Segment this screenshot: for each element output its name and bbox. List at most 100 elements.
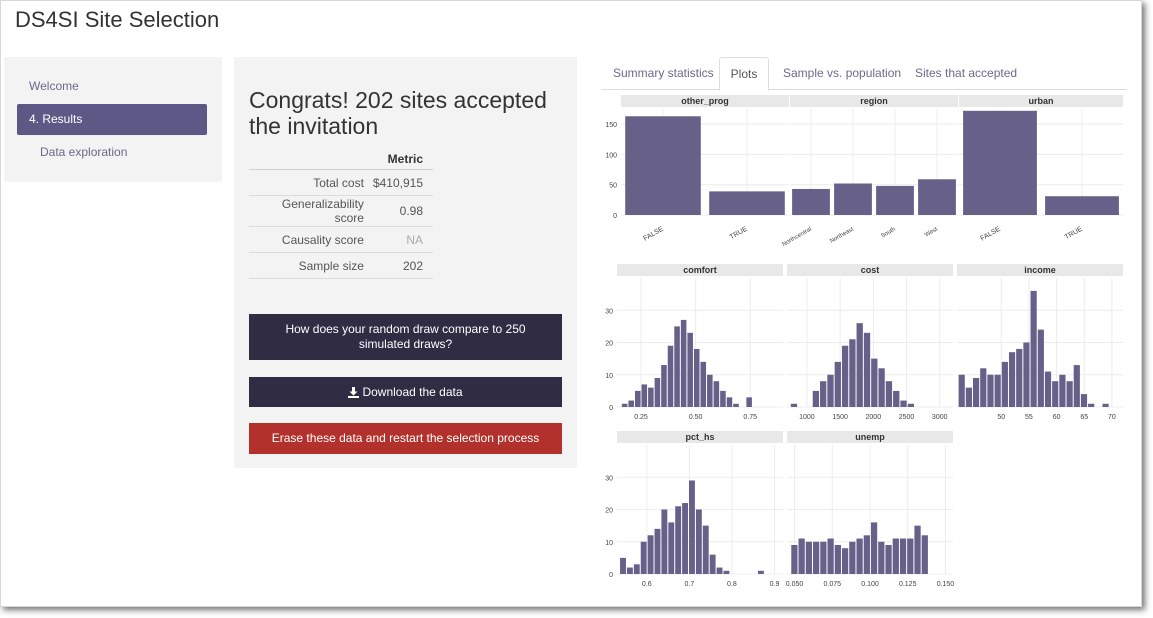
compare-draws-button[interactable]: How does your random draw compare to 250… xyxy=(249,314,562,360)
facet-title: other_prog xyxy=(681,96,729,106)
metric-label: Generalizability score xyxy=(249,195,372,227)
histogram-bar xyxy=(827,538,834,574)
x-tick-label: 0.8 xyxy=(727,581,737,588)
x-tick-label: 2500 xyxy=(899,414,915,421)
histogram-bar xyxy=(1073,365,1080,407)
histogram-bar xyxy=(702,525,709,574)
x-tick-label: 0.75 xyxy=(743,414,757,421)
histogram-bar xyxy=(921,535,928,574)
app-window: DS4SI Site Selection Welcome 4. Results … xyxy=(0,0,1142,607)
x-tick-label: Northeast xyxy=(829,226,855,244)
metric-label: Total cost xyxy=(249,169,372,196)
tab-plots[interactable]: Plots xyxy=(719,57,769,91)
facet-title: unemp xyxy=(855,432,885,442)
histogram-bar xyxy=(907,538,914,574)
y-tick-label: 20 xyxy=(605,508,613,515)
metric-label: Sample size xyxy=(249,252,372,279)
results-headline: Congrats! 202 sites accepted the invitat… xyxy=(249,87,547,139)
histogram-bar xyxy=(893,390,900,407)
compare-draws-label: How does your random draw compare to 250… xyxy=(285,322,526,351)
histogram-bar xyxy=(907,403,914,407)
histogram-bar xyxy=(820,381,827,407)
download-data-button[interactable]: Download the data xyxy=(249,377,562,407)
facet-panel-unemp: unemp 0.050 0.075 0.100 0.125 0.150 xyxy=(786,431,954,588)
histogram-bar xyxy=(620,557,626,574)
histogram-bar xyxy=(628,400,634,407)
histogram-bar xyxy=(647,535,654,574)
histogram-bar xyxy=(885,381,893,407)
histogram-bar xyxy=(980,368,987,407)
histogram-bar xyxy=(1008,352,1016,407)
histogram-bar xyxy=(1016,348,1023,407)
x-tick-label: 1000 xyxy=(799,414,815,421)
y-tick-label: 10 xyxy=(605,540,613,547)
restart-selection-button[interactable]: Erase these data and restart the selecti… xyxy=(249,423,562,454)
x-tick-label: 65 xyxy=(1080,414,1088,421)
histogram-bar xyxy=(1066,381,1073,407)
y-tick-label: 20 xyxy=(605,341,613,348)
x-tick-label: TRUE xyxy=(729,226,749,242)
tab-summary-statistics[interactable]: Summary statistics xyxy=(613,57,714,89)
histogram-bar xyxy=(878,541,885,574)
histogram-bar xyxy=(667,345,674,407)
histogram-bar xyxy=(682,503,689,574)
x-tick-label: 3000 xyxy=(932,414,948,421)
x-tick-label: 50 xyxy=(997,414,1005,421)
sidebar-item-results[interactable]: 4. Results xyxy=(17,104,207,135)
histogram-bar xyxy=(1001,361,1008,407)
x-tick-label: South xyxy=(880,227,897,240)
histogram-bar xyxy=(900,400,907,407)
facet-panel-comfort: comfort 0 10 20 30 0.25 0.50 0.75 xyxy=(605,264,783,421)
bar xyxy=(625,116,701,215)
histogram-bar xyxy=(641,384,648,407)
histogram-bar xyxy=(856,323,863,407)
facet-title: pct_hs xyxy=(685,432,714,442)
histogram-bar xyxy=(733,403,739,407)
x-tick-label: FALSE xyxy=(642,226,665,243)
histogram-bar xyxy=(899,538,907,574)
table-row: Causality score NA xyxy=(249,226,433,253)
histogram-bar xyxy=(757,570,764,574)
facet-title: comfort xyxy=(683,265,717,275)
histogram-bar xyxy=(1059,374,1066,407)
download-icon xyxy=(348,386,360,398)
bar xyxy=(963,110,1037,215)
x-tick-label: 0.9 xyxy=(770,581,780,588)
sidebar-item-welcome[interactable]: Welcome xyxy=(17,71,219,102)
y-tick-label: 50 xyxy=(609,183,617,190)
tab-sample-vs-population[interactable]: Sample vs. population xyxy=(783,57,901,89)
table-row: Generalizability score 0.98 xyxy=(249,195,433,227)
metric-value: 0.98 xyxy=(371,195,433,227)
histogram-bar xyxy=(695,509,702,574)
bar xyxy=(1045,196,1119,215)
histogram-bar xyxy=(726,397,733,407)
sidebar-item-data-exploration[interactable]: Data exploration xyxy=(28,137,218,168)
histogram-bar xyxy=(914,525,921,574)
histogram-bar xyxy=(849,339,856,407)
histogram-bar xyxy=(1102,403,1109,407)
histogram-bar xyxy=(640,541,647,574)
histogram-bar xyxy=(805,541,813,574)
histogram-bar xyxy=(723,570,730,574)
y-tick-label: 150 xyxy=(605,122,617,129)
histogram-bar xyxy=(827,374,834,407)
facet-panel-urban: urban FALSE TRUE xyxy=(959,95,1123,243)
histogram-bar xyxy=(1023,342,1030,407)
histogram-bar xyxy=(689,480,695,574)
histogram-bar xyxy=(713,381,720,407)
histogram-bar xyxy=(675,506,682,574)
histogram-bar xyxy=(661,509,668,574)
metric-label: Causality score xyxy=(249,226,372,253)
x-tick-label: 70 xyxy=(1108,414,1116,421)
y-tick-label: 100 xyxy=(605,152,617,159)
y-tick-label: 10 xyxy=(605,373,613,380)
histogram-bar xyxy=(720,390,726,407)
histogram-bar xyxy=(700,361,707,407)
histogram-bar xyxy=(972,377,980,407)
tab-sites-that-accepted[interactable]: Sites that accepted xyxy=(915,57,1017,89)
results-panel: Congrats! 202 sites accepted the invitat… xyxy=(234,57,577,468)
histogram-bar xyxy=(820,541,827,574)
histogram-bar xyxy=(687,332,693,407)
histogram-bar xyxy=(626,567,633,574)
x-tick-label: TRUE xyxy=(1064,226,1084,242)
